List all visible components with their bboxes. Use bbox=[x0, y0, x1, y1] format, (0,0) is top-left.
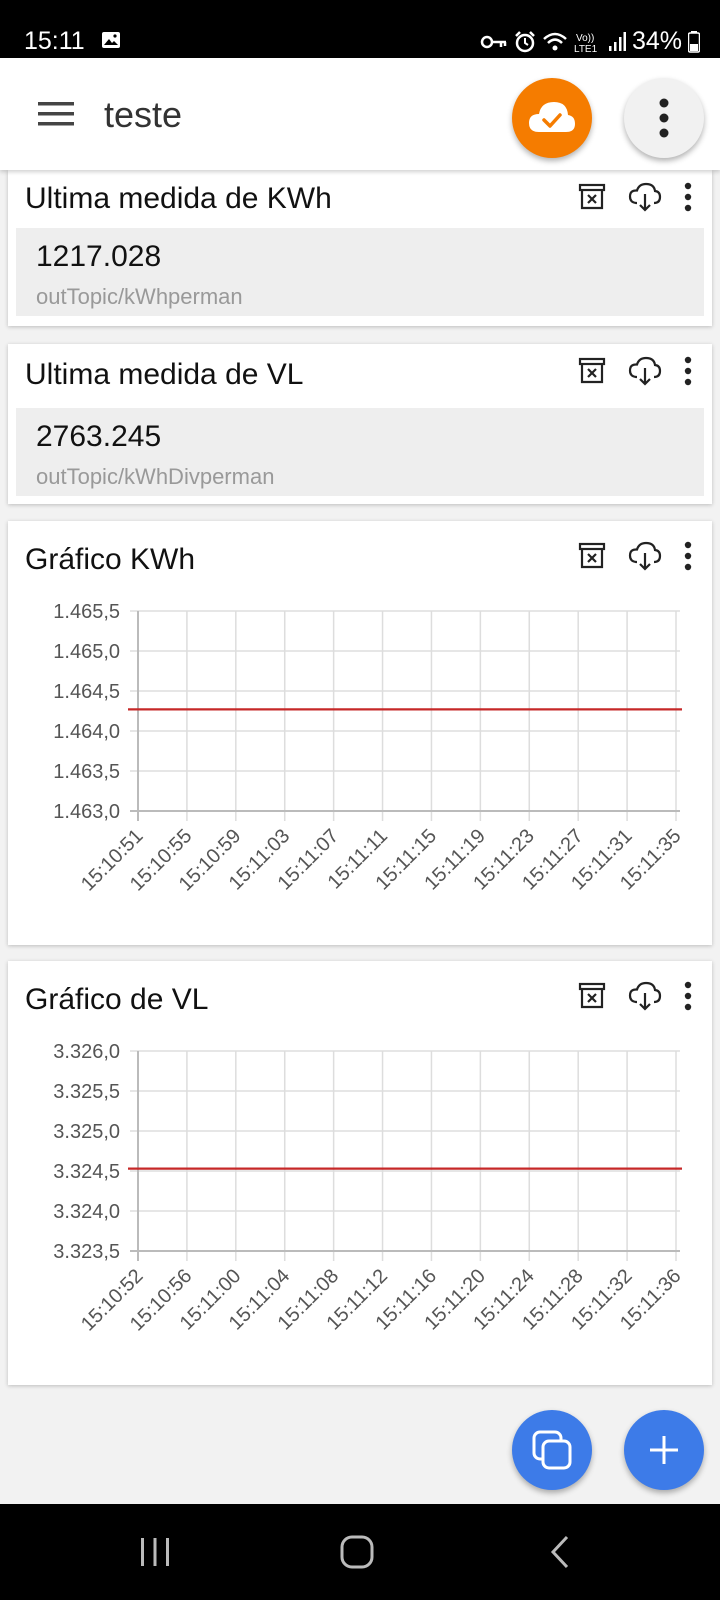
copy-fab-button[interactable] bbox=[512, 1410, 592, 1490]
y-tick-label: 1.465,5 bbox=[53, 601, 120, 623]
signal-icon bbox=[608, 31, 626, 51]
y-tick-label: 1.464,0 bbox=[53, 721, 120, 743]
cloud-download-icon[interactable] bbox=[628, 356, 662, 386]
y-tick-label: 3.324,0 bbox=[53, 1201, 120, 1223]
status-bar: 15:11 Vo)) LTE1 34% bbox=[0, 0, 720, 58]
chart-card-vl: Gráfico de VL 3.326,0 3.325,5 3.325,0 3.324… bbox=[8, 961, 712, 1385]
y-tick-label: 1.463,0 bbox=[53, 801, 120, 823]
y-tick-label: 3.323,5 bbox=[53, 1241, 120, 1263]
back-icon[interactable] bbox=[548, 1534, 572, 1570]
battery-percent: 34% bbox=[631, 27, 682, 55]
more-vert-icon bbox=[659, 98, 669, 138]
add-fab-button[interactable] bbox=[624, 1410, 704, 1490]
recent-apps-icon[interactable] bbox=[138, 1536, 172, 1568]
topic-text: outTopic/kWhDivperman bbox=[36, 464, 275, 489]
y-tick-label: 1.464,5 bbox=[53, 681, 120, 703]
value-text: 2763.245 bbox=[36, 420, 162, 453]
app-title: teste bbox=[104, 94, 183, 135]
trash-icon[interactable] bbox=[578, 357, 606, 385]
svg-text:Vo)): Vo)) bbox=[576, 33, 594, 44]
copy-icon bbox=[532, 1430, 572, 1470]
cloud-download-icon[interactable] bbox=[628, 182, 662, 212]
card-title: Ultima medida de VL bbox=[25, 358, 304, 391]
svg-text:LTE1: LTE1 bbox=[574, 44, 598, 53]
battery-icon bbox=[688, 30, 700, 53]
wifi-icon bbox=[543, 32, 567, 50]
value-card-kwh: Ultima medida de KWh 1217.028 outTopic/k… bbox=[8, 170, 712, 326]
line-chart-vl: 3.326,0 3.325,5 3.325,0 3.324,5 3.324,0 3.323… bbox=[53, 1041, 685, 1336]
more-options-button[interactable] bbox=[624, 78, 704, 158]
line-chart-kwh: 1.465,5 1.465,0 1.464,5 1.464,0 1.463,5 1.463… bbox=[53, 601, 685, 896]
gallery-notification-icon bbox=[102, 32, 120, 48]
y-tick-label: 1.463,5 bbox=[53, 761, 120, 783]
value-box: 2763.245 outTopic/kWhDivperman bbox=[16, 408, 704, 496]
app-bar: teste bbox=[0, 58, 720, 170]
cloud-check-icon bbox=[529, 102, 575, 132]
card-actions bbox=[578, 182, 692, 212]
value-box: 1217.028 outTopic/kWhperman bbox=[16, 228, 704, 316]
chart-card-kwh: Gráfico KWh 1.465,5 1.465,0 1.464,5 1.464,0… bbox=[8, 521, 712, 945]
topic-text: outTopic/kWhperman bbox=[36, 284, 243, 309]
value-card-vl: Ultima medida de VL 2763.245 outTopic/kW… bbox=[8, 344, 712, 504]
hamburger-menu-icon[interactable] bbox=[38, 102, 74, 126]
card-title: Ultima medida de KWh bbox=[25, 182, 332, 215]
status-time: 15:11 bbox=[24, 27, 85, 55]
card-actions bbox=[578, 356, 692, 386]
more-vert-icon[interactable] bbox=[684, 182, 692, 212]
value-text: 1217.028 bbox=[36, 240, 162, 273]
home-icon[interactable] bbox=[339, 1534, 375, 1570]
plus-icon bbox=[650, 1436, 678, 1464]
y-tick-label: 3.324,5 bbox=[53, 1161, 120, 1183]
alarm-icon bbox=[515, 30, 535, 52]
system-nav-bar bbox=[0, 1504, 720, 1600]
more-vert-icon[interactable] bbox=[684, 356, 692, 386]
y-tick-label: 3.325,0 bbox=[53, 1121, 120, 1143]
y-tick-label: 3.325,5 bbox=[53, 1081, 120, 1103]
cloud-sync-button[interactable] bbox=[512, 78, 592, 158]
y-tick-label: 3.326,0 bbox=[53, 1041, 120, 1063]
trash-icon[interactable] bbox=[578, 183, 606, 211]
y-tick-label: 1.465,0 bbox=[53, 641, 120, 663]
volte-icon: Vo)) LTE1 bbox=[574, 33, 598, 53]
vpn-key-icon bbox=[480, 35, 507, 48]
